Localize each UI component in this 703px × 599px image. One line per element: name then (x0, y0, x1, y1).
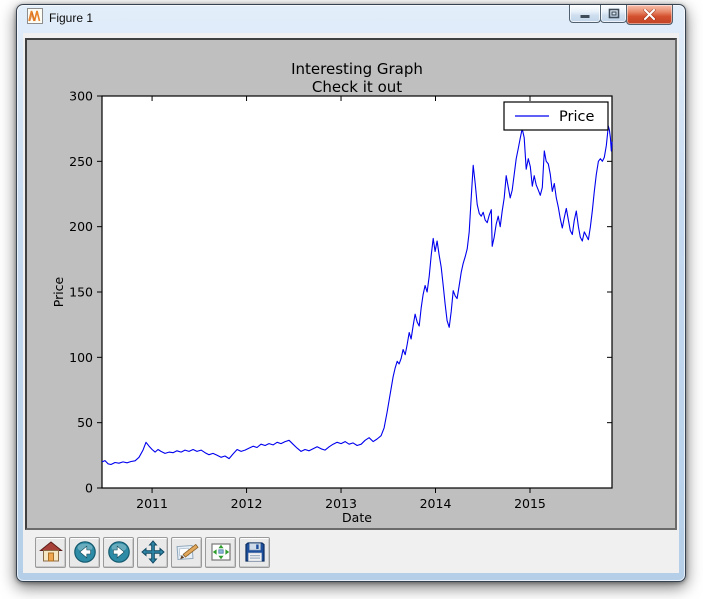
pan-icon (141, 540, 165, 564)
svg-text:100: 100 (69, 350, 93, 365)
svg-text:2014: 2014 (420, 496, 452, 511)
zoom-to-rect-button[interactable] (171, 537, 202, 568)
minimize-button[interactable] (569, 5, 601, 23)
window-controls (570, 5, 673, 25)
svg-text:2011: 2011 (136, 496, 168, 511)
forward-icon (107, 540, 131, 564)
save-icon (243, 540, 267, 564)
titlebar[interactable]: Figure 1 (17, 5, 685, 32)
back-icon (73, 540, 97, 564)
svg-text:Price: Price (559, 109, 594, 125)
desktop: Figure 1 (0, 0, 703, 599)
svg-text:Price: Price (51, 276, 66, 307)
svg-text:250: 250 (69, 154, 93, 169)
svg-text:150: 150 (69, 285, 93, 300)
svg-text:2013: 2013 (325, 496, 357, 511)
configure-subplots-button[interactable] (205, 537, 236, 568)
configure-subplots-icon (209, 540, 233, 564)
pan-button[interactable] (137, 537, 168, 568)
figure-canvas-svg: 2011 2012 2013 2014 2015 0 50 100 150 200 250 300 In… (27, 40, 675, 528)
zoom-to-rect-icon (175, 540, 199, 564)
svg-text:200: 200 (69, 219, 93, 234)
svg-text:2015: 2015 (514, 496, 546, 511)
svg-text:Date: Date (342, 510, 372, 525)
window-title: Figure 1 (49, 11, 93, 27)
svg-text:Check it out: Check it out (312, 78, 402, 96)
svg-text:50: 50 (77, 415, 93, 430)
home-icon (39, 540, 63, 564)
forward-button[interactable] (103, 537, 134, 568)
back-button[interactable] (69, 537, 100, 568)
svg-text:300: 300 (69, 89, 93, 104)
home-button[interactable] (35, 537, 66, 568)
svg-text:2012: 2012 (231, 496, 263, 511)
close-button[interactable] (626, 5, 673, 25)
save-button[interactable] (239, 537, 270, 568)
client-area: 2011 2012 2013 2014 2015 0 50 100 150 200 250 300 In… (23, 33, 679, 573)
figure-window: Figure 1 (16, 4, 686, 582)
figure-canvas[interactable]: 2011 2012 2013 2014 2015 0 50 100 150 200 250 300 In… (25, 38, 677, 530)
svg-text:Interesting Graph: Interesting Graph (291, 60, 423, 78)
maximize-button[interactable] (600, 5, 627, 23)
svg-text:0: 0 (85, 481, 93, 496)
matplotlib-toolbar (25, 535, 677, 569)
matplotlib-icon (27, 8, 43, 29)
